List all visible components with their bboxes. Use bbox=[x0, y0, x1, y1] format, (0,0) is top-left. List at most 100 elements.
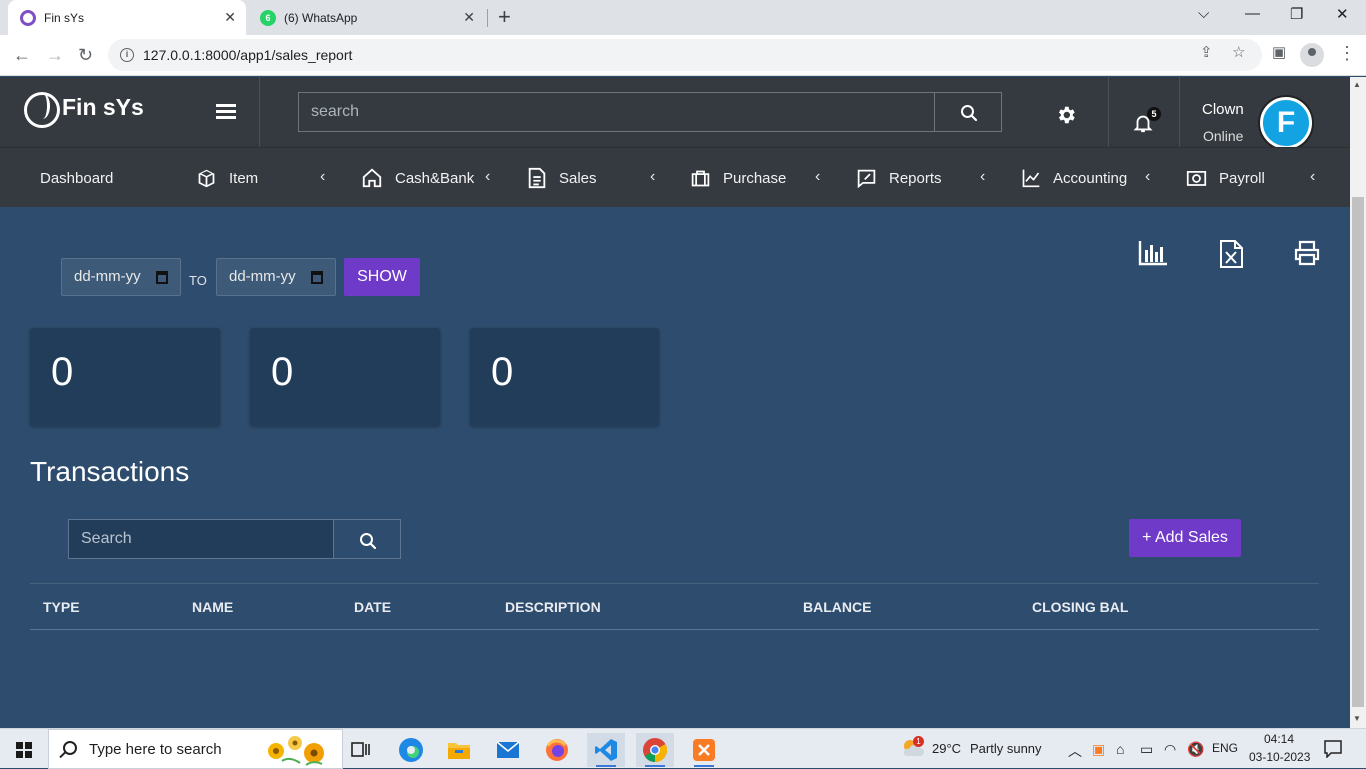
from-date-input[interactable]: dd-mm-yy bbox=[61, 258, 181, 296]
browser-tab-bar: Fin sYs ✕ 6 (6) WhatsApp ✕ + ⌵ — ❐ ✕ bbox=[0, 0, 1366, 35]
nav-item-accounting[interactable]: Accounting bbox=[1021, 148, 1127, 208]
side-panel-icon[interactable]: ▣ bbox=[1272, 43, 1286, 61]
language-indicator[interactable]: ENG bbox=[1212, 741, 1238, 755]
reload-icon[interactable]: ↻ bbox=[78, 45, 93, 66]
nav-item-label: Purchase bbox=[723, 169, 787, 187]
chevron-left-icon[interactable]: ‹ bbox=[815, 168, 820, 186]
transactions-search-input[interactable]: Search bbox=[68, 519, 334, 559]
close-tab-icon[interactable]: ✕ bbox=[224, 9, 236, 26]
chevron-left-icon[interactable]: ‹ bbox=[650, 168, 655, 186]
nav-item-cash-bank[interactable]: Cash&Bank bbox=[361, 148, 474, 208]
chevron-left-icon[interactable]: ‹ bbox=[980, 168, 985, 186]
global-search-button[interactable] bbox=[934, 92, 1002, 132]
chevron-left-icon[interactable]: ‹ bbox=[320, 168, 325, 186]
search-icon bbox=[360, 533, 377, 550]
calendar-icon[interactable] bbox=[311, 271, 323, 284]
nav-item-label: Accounting bbox=[1053, 169, 1128, 187]
back-icon[interactable]: ← bbox=[13, 45, 31, 66]
transactions-title: Transactions bbox=[30, 456, 190, 487]
notification-center-icon[interactable] bbox=[1324, 740, 1342, 758]
browser-menu-icon[interactable]: ⋮ bbox=[1338, 43, 1356, 64]
url-text: 127.0.0.1:8000/app1/sales_report bbox=[143, 47, 353, 63]
excel-export-icon[interactable] bbox=[1220, 240, 1243, 268]
brand-logo[interactable]: Fin sYs bbox=[24, 92, 144, 128]
tab-title: Fin sYs bbox=[44, 10, 85, 25]
browser-tab-whatsapp[interactable]: 6 (6) WhatsApp ✕ bbox=[250, 0, 485, 35]
scroll-up-icon[interactable]: ▲ bbox=[1353, 80, 1361, 89]
stat-card: 0 bbox=[30, 328, 220, 426]
close-window-icon[interactable]: ✕ bbox=[1336, 5, 1349, 23]
scrollbar-thumb[interactable] bbox=[1352, 197, 1364, 707]
chevron-left-icon[interactable]: ‹ bbox=[1310, 168, 1315, 186]
column-header-date[interactable]: DATE bbox=[354, 599, 391, 615]
settings-gear-icon[interactable] bbox=[1055, 104, 1077, 126]
taskbar-search-placeholder: Type here to search bbox=[89, 740, 222, 758]
transactions-search-button[interactable] bbox=[333, 519, 401, 559]
restore-icon[interactable]: ❐ bbox=[1290, 5, 1303, 23]
share-icon[interactable]: ⇪ bbox=[1200, 43, 1213, 61]
add-sales-button[interactable]: + Add Sales bbox=[1129, 519, 1241, 557]
edge-browser-icon[interactable] bbox=[392, 733, 430, 767]
battery-icon[interactable]: ▭ bbox=[1140, 741, 1153, 758]
hamburger-menu-icon[interactable] bbox=[216, 104, 236, 120]
nav-item-purchase[interactable]: Purchase bbox=[690, 148, 786, 208]
clock-time[interactable]: 04:14 bbox=[1264, 732, 1294, 746]
global-search-input[interactable]: search bbox=[298, 92, 935, 132]
chevron-left-icon[interactable]: ‹ bbox=[1145, 168, 1150, 186]
chevron-left-icon[interactable]: ‹ bbox=[485, 168, 490, 186]
scroll-down-icon[interactable]: ▼ bbox=[1353, 714, 1361, 723]
nav-item-dashboard[interactable]: Dashboard bbox=[40, 148, 113, 208]
calendar-icon[interactable] bbox=[156, 271, 168, 284]
date-placeholder: dd-mm-yy bbox=[74, 268, 141, 285]
weather-description[interactable]: Partly sunny bbox=[970, 741, 1042, 756]
tab-search-chevron-icon[interactable]: ⌵ bbox=[1198, 5, 1209, 22]
xampp-tray-icon[interactable]: ▣ bbox=[1092, 741, 1105, 758]
volume-muted-icon[interactable]: 🔇 bbox=[1187, 741, 1204, 758]
clock-date[interactable]: 03-10-2023 bbox=[1249, 750, 1310, 764]
nav-item-reports[interactable]: Reports bbox=[856, 148, 942, 208]
xampp-icon[interactable] bbox=[685, 733, 723, 767]
search-highlight-flowers-icon bbox=[268, 736, 324, 766]
stat-card: 0 bbox=[470, 328, 659, 426]
task-view-icon[interactable] bbox=[342, 733, 380, 767]
header-divider bbox=[1108, 77, 1109, 157]
user-avatar[interactable]: F bbox=[1260, 97, 1312, 149]
firefox-icon[interactable] bbox=[538, 733, 576, 767]
bookmark-star-icon[interactable]: ☆ bbox=[1232, 43, 1245, 61]
weather-alert-badge: 1 bbox=[913, 736, 924, 747]
mail-icon[interactable] bbox=[489, 733, 527, 767]
new-tab-icon[interactable]: + bbox=[498, 4, 511, 30]
show-hidden-icons-chevron-icon[interactable]: ︿ bbox=[1068, 741, 1082, 761]
profile-avatar-icon[interactable] bbox=[1300, 43, 1324, 67]
windows-start-icon[interactable] bbox=[16, 742, 32, 758]
url-omnibox[interactable]: i 127.0.0.1:8000/app1/sales_report bbox=[108, 39, 1262, 71]
weather-temperature[interactable]: 29°C bbox=[932, 741, 961, 756]
column-header-balance[interactable]: BALANCE bbox=[803, 599, 871, 615]
nav-item-sales[interactable]: Sales bbox=[527, 148, 597, 208]
close-tab-icon[interactable]: ✕ bbox=[463, 9, 475, 26]
line-chart-icon bbox=[1022, 169, 1040, 188]
vscode-icon[interactable] bbox=[587, 733, 625, 767]
print-icon[interactable] bbox=[1294, 240, 1320, 266]
column-header-type[interactable]: TYPE bbox=[43, 599, 80, 615]
column-header-name[interactable]: NAME bbox=[192, 599, 233, 615]
date-placeholder: dd-mm-yy bbox=[229, 268, 296, 285]
column-header-closing-bal[interactable]: CLOSING BAL bbox=[1032, 599, 1128, 615]
nav-item-label: Item bbox=[229, 169, 259, 187]
nav-item-payroll[interactable]: Payroll bbox=[1186, 148, 1265, 208]
bar-chart-icon[interactable] bbox=[1138, 240, 1168, 266]
browser-tab-finsys[interactable]: Fin sYs ✕ bbox=[8, 0, 246, 35]
site-info-icon[interactable]: i bbox=[120, 48, 134, 62]
chrome-icon[interactable] bbox=[636, 733, 674, 767]
file-explorer-icon[interactable] bbox=[440, 733, 478, 767]
nav-item-item[interactable]: Item bbox=[196, 148, 258, 208]
minimize-icon[interactable]: — bbox=[1245, 5, 1260, 22]
show-button[interactable]: SHOW bbox=[344, 258, 420, 296]
to-date-input[interactable]: dd-mm-yy bbox=[216, 258, 336, 296]
tab-title: (6) WhatsApp bbox=[284, 10, 358, 25]
wifi-icon[interactable]: ◠ bbox=[1164, 741, 1176, 758]
device-tray-icon[interactable]: ⌂ bbox=[1116, 741, 1124, 757]
column-header-description[interactable]: DESCRIPTION bbox=[505, 599, 601, 615]
forward-icon[interactable]: → bbox=[46, 45, 64, 66]
user-name: Clown bbox=[1202, 101, 1244, 118]
